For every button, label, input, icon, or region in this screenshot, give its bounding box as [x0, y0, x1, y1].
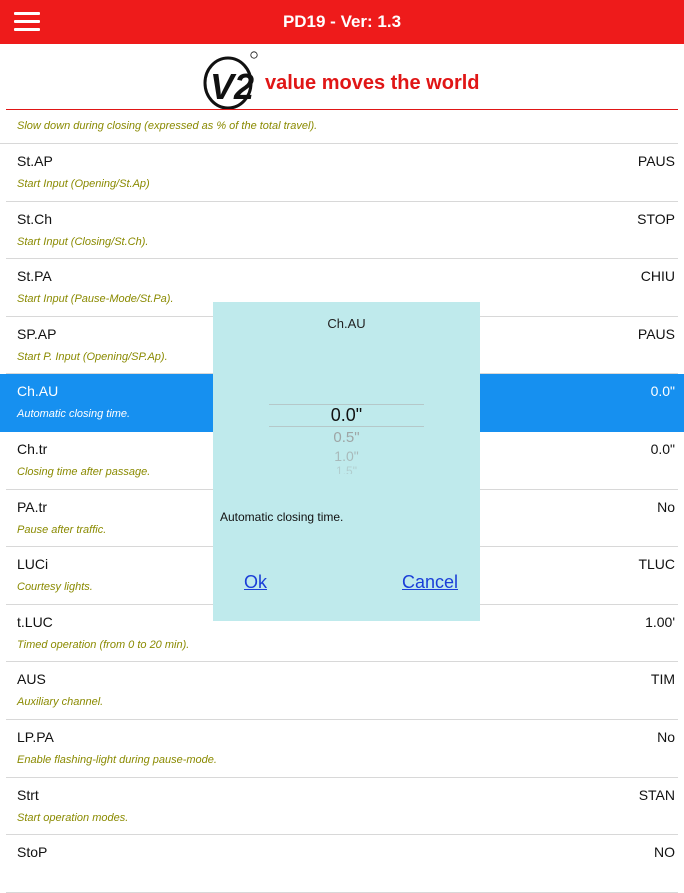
list-item-description: Start Input (Pause-Mode/St.Pa).	[17, 293, 174, 306]
list-item-description: Slow down during closing (expressed as %…	[0, 112, 678, 144]
list-item-description: Timed operation (from 0 to 20 min).	[17, 638, 190, 651]
list-item-description: Closing time after passage.	[17, 465, 151, 478]
picker-option[interactable]: 0.0"	[269, 405, 424, 426]
list-item[interactable]: St.AP Start Input (Opening/St.Ap) PAUS	[6, 144, 678, 202]
list-item-name: Ch.tr	[17, 440, 48, 457]
list-item-value: TLUC	[638, 556, 675, 573]
list-item-value: PAUS	[637, 325, 675, 342]
logo-text: V2	[210, 66, 254, 107]
list-item-name: St.Ch	[17, 210, 53, 227]
list-item[interactable]: Strt Start operation modes. STAN	[6, 778, 678, 836]
picker-bottom-line	[269, 426, 424, 427]
list-item-value: No	[657, 728, 675, 745]
picker-option[interactable]: 0.5"	[269, 429, 424, 446]
list-item-name: Ch.AU	[17, 383, 59, 400]
list-item-value: 0.0"	[650, 383, 675, 400]
list-item-description: Start P. Input (Opening/SP.Ap).	[17, 350, 168, 363]
list-item[interactable]: St.Ch Start Input (Closing/St.Ch). STOP	[6, 202, 678, 260]
picker-option[interactable]: 1.5"	[269, 464, 424, 474]
list-item-value: 0.0"	[650, 440, 675, 457]
list-item-description: Start Input (Opening/St.Ap)	[17, 178, 150, 190]
cancel-button[interactable]: Cancel	[402, 572, 458, 593]
list-item-description: Start operation modes.	[17, 811, 129, 824]
brand-tagline: value moves the world	[265, 72, 480, 94]
list-item-name: PA.tr	[17, 498, 48, 515]
divider	[6, 109, 678, 110]
list-item-value: No	[657, 498, 675, 515]
list-item-value: STOP	[637, 210, 675, 227]
list-item[interactable]: LP.PA Enable flashing-light during pause-…	[6, 720, 678, 778]
list-item-name: St.AP	[17, 153, 53, 169]
value-picker-wheel[interactable]: 0.0" 0.5" 1.0" 1.5"	[269, 402, 424, 474]
dialog-title: Ch.AU	[327, 316, 366, 331]
list-item-name: St.PA	[17, 268, 52, 285]
dialog-description: Automatic closing time.	[220, 510, 344, 524]
list-item-value: STAN	[638, 786, 675, 803]
list-item-value: CHIU	[640, 268, 675, 285]
list-item-value: PAUS	[637, 153, 675, 169]
list-item-description: Pause after traffic.	[17, 523, 107, 536]
list-item-description: Enable flashing-light during pause-mode.	[17, 753, 217, 766]
list-item-name: LP.PA	[17, 728, 54, 745]
list-item-name: StoP	[17, 844, 48, 861]
list-item-name: SP.AP	[17, 325, 57, 342]
list-item-name: LUCi	[17, 556, 49, 573]
list-item-name: AUS	[17, 671, 46, 688]
list-item-description: Automatic closing time.	[17, 408, 131, 421]
list-item-value: NO	[654, 844, 675, 861]
app-title: PD19 - Ver: 1.3	[282, 12, 402, 31]
picker-option[interactable]: 1.0"	[269, 448, 424, 464]
v2-logo-icon: V2	[203, 51, 258, 110]
list-item-name: t.LUC	[17, 613, 53, 630]
top-bar: PD19 - Ver: 1.3	[0, 0, 684, 44]
list-item-description: Auxiliary channel.	[17, 696, 104, 709]
list-item-description: Courtesy lights.	[17, 581, 93, 594]
list-item-name: Strt	[17, 786, 39, 803]
brand-banner: V2 value moves the world	[0, 44, 684, 110]
list-item-value: TIM	[650, 671, 675, 688]
list-item-description: Start Input (Closing/St.Ch).	[17, 235, 149, 248]
list-item[interactable]: StoP NO	[6, 835, 678, 893]
list-item[interactable]: AUS Auxiliary channel. TIM	[6, 662, 678, 720]
ok-button[interactable]: Ok	[244, 572, 267, 593]
list-item-value: 1.00'	[645, 613, 675, 630]
value-picker-dialog: Ch.AU 0.0" 0.5" 1.0" 1.5" Automatic closing…	[213, 302, 480, 621]
